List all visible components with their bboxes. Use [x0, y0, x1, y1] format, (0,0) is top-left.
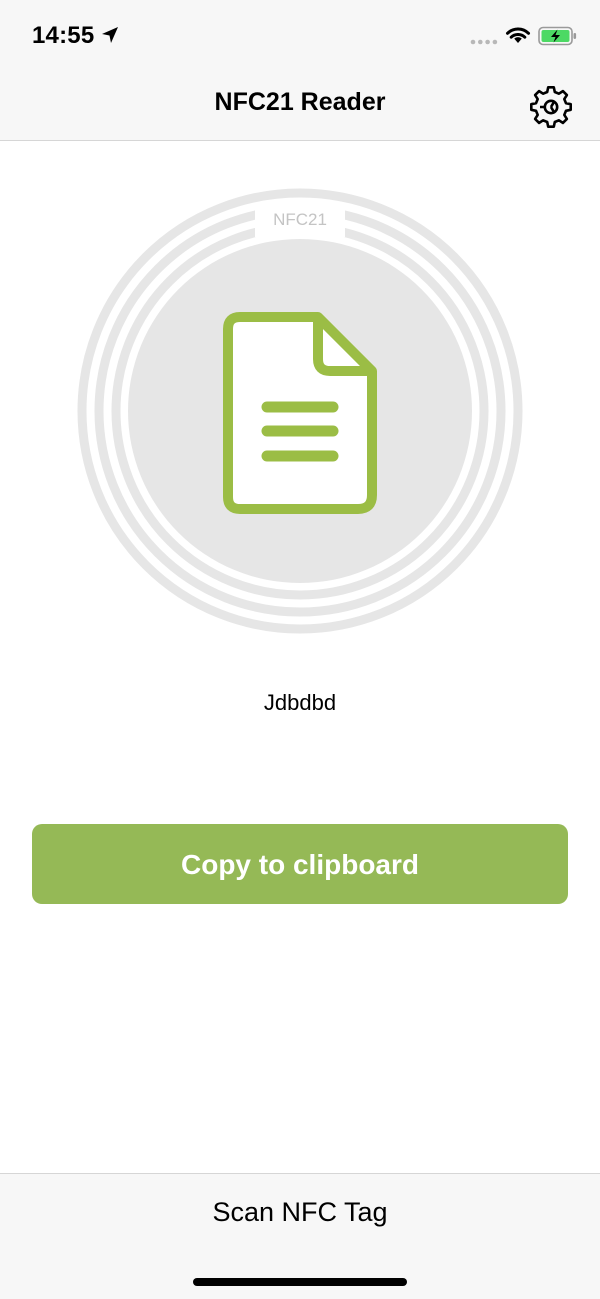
page-title: NFC21 Reader — [214, 88, 386, 116]
scan-nfc-tag-button[interactable]: Scan NFC Tag — [150, 1190, 450, 1234]
top-area: 14:55 NFC21 Reader — [0, 0, 600, 141]
bottom-bar: Scan NFC Tag — [0, 1173, 600, 1299]
wifi-icon — [506, 27, 530, 43]
home-indicator — [193, 1278, 407, 1286]
tag-content-text: Jdbdbd — [263, 690, 337, 715]
location-arrow-icon — [102, 27, 118, 43]
signal-dots-icon — [470, 39, 498, 45]
app-screen: 14:55 NFC21 Reader NFC21 Jdbdbd Copy to … — [0, 0, 600, 1299]
nfc21-label: NFC21 — [255, 203, 345, 237]
battery-charging-icon — [538, 26, 577, 46]
document-icon — [223, 312, 377, 514]
status-bar: 14:55 — [0, 0, 600, 74]
copy-to-clipboard-button[interactable]: Copy to clipboard — [32, 824, 568, 904]
gear-icon — [530, 85, 572, 128]
status-time: 14:55 — [32, 22, 95, 49]
settings-button[interactable] — [530, 85, 572, 128]
